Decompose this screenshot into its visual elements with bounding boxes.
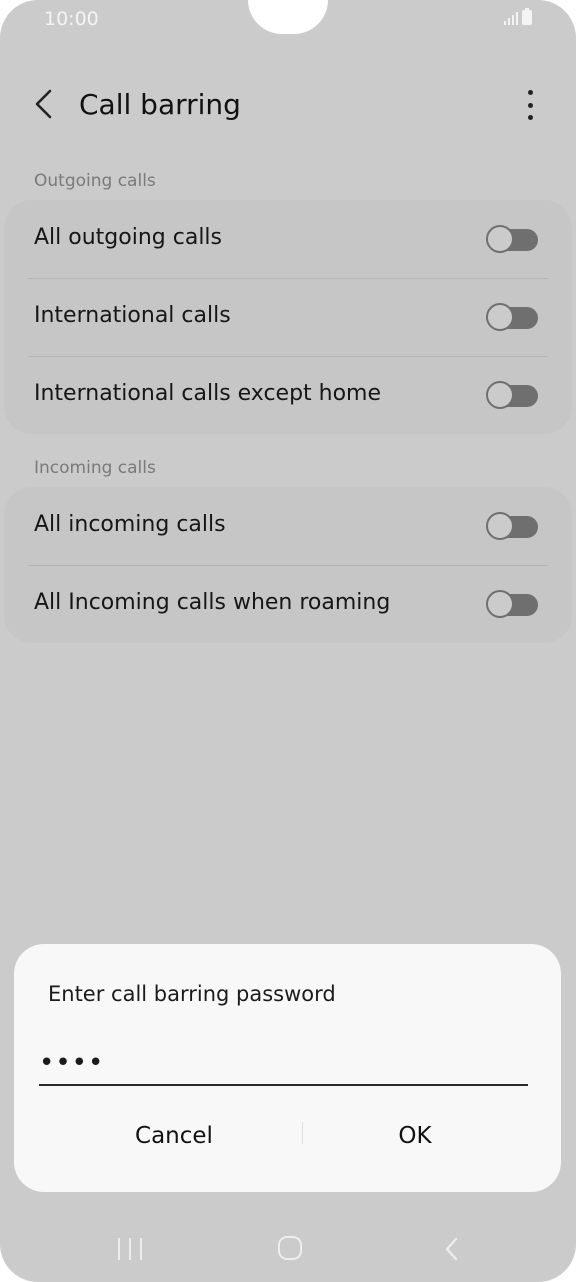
setting-row-all-outgoing[interactable]: All outgoing calls [4, 200, 572, 278]
status-bar: 10:00 [0, 0, 576, 40]
incoming-calls-card: All incoming calls All Incoming calls wh… [4, 487, 572, 643]
ok-button[interactable]: OK [295, 1116, 535, 1156]
setting-row-all-incoming[interactable]: All incoming calls [4, 487, 572, 565]
section-header-incoming: Incoming calls [34, 458, 156, 478]
section-header-outgoing: Outgoing calls [34, 171, 156, 191]
status-icons [504, 8, 532, 25]
home-icon[interactable] [278, 1236, 302, 1260]
phone-screen: 10:00 Call barring Outgoing calls All ou… [0, 0, 576, 1282]
password-dialog: Enter call barring password Cancel OK [14, 944, 561, 1192]
page-title: Call barring [79, 88, 241, 121]
setting-label: All Incoming calls when roaming [34, 590, 391, 615]
toggle-switch-incoming-roaming[interactable] [486, 590, 539, 618]
setting-row-incoming-roaming[interactable]: All Incoming calls when roaming [4, 565, 572, 643]
setting-label: All incoming calls [34, 512, 226, 537]
setting-label: All outgoing calls [34, 225, 222, 250]
toggle-switch-international[interactable] [486, 303, 539, 331]
toggle-switch-all-outgoing[interactable] [486, 225, 539, 253]
recent-apps-icon[interactable] [118, 1238, 142, 1260]
setting-row-international-except-home[interactable]: International calls except home [4, 356, 572, 434]
more-vertical-icon[interactable] [519, 90, 541, 120]
outgoing-calls-card: All outgoing calls International calls I… [4, 200, 572, 434]
setting-label: International calls [34, 303, 231, 328]
signal-icon [504, 11, 518, 25]
camera-notch [248, 0, 328, 34]
battery-icon [522, 8, 532, 25]
navigation-bar [0, 1220, 576, 1280]
cancel-button[interactable]: Cancel [54, 1116, 294, 1156]
dialog-button-bar: Cancel OK [14, 1116, 561, 1156]
app-bar: Call barring [0, 76, 576, 136]
dialog-title: Enter call barring password [48, 982, 336, 1006]
setting-row-international[interactable]: International calls [4, 278, 572, 356]
status-time: 10:00 [44, 8, 99, 30]
nav-back-icon[interactable] [440, 1236, 464, 1262]
toggle-switch-all-incoming[interactable] [486, 512, 539, 540]
toggle-switch-international-except-home[interactable] [486, 381, 539, 409]
password-input[interactable] [39, 1042, 528, 1086]
setting-label: International calls except home [34, 381, 382, 406]
back-arrow-icon[interactable] [30, 86, 60, 122]
